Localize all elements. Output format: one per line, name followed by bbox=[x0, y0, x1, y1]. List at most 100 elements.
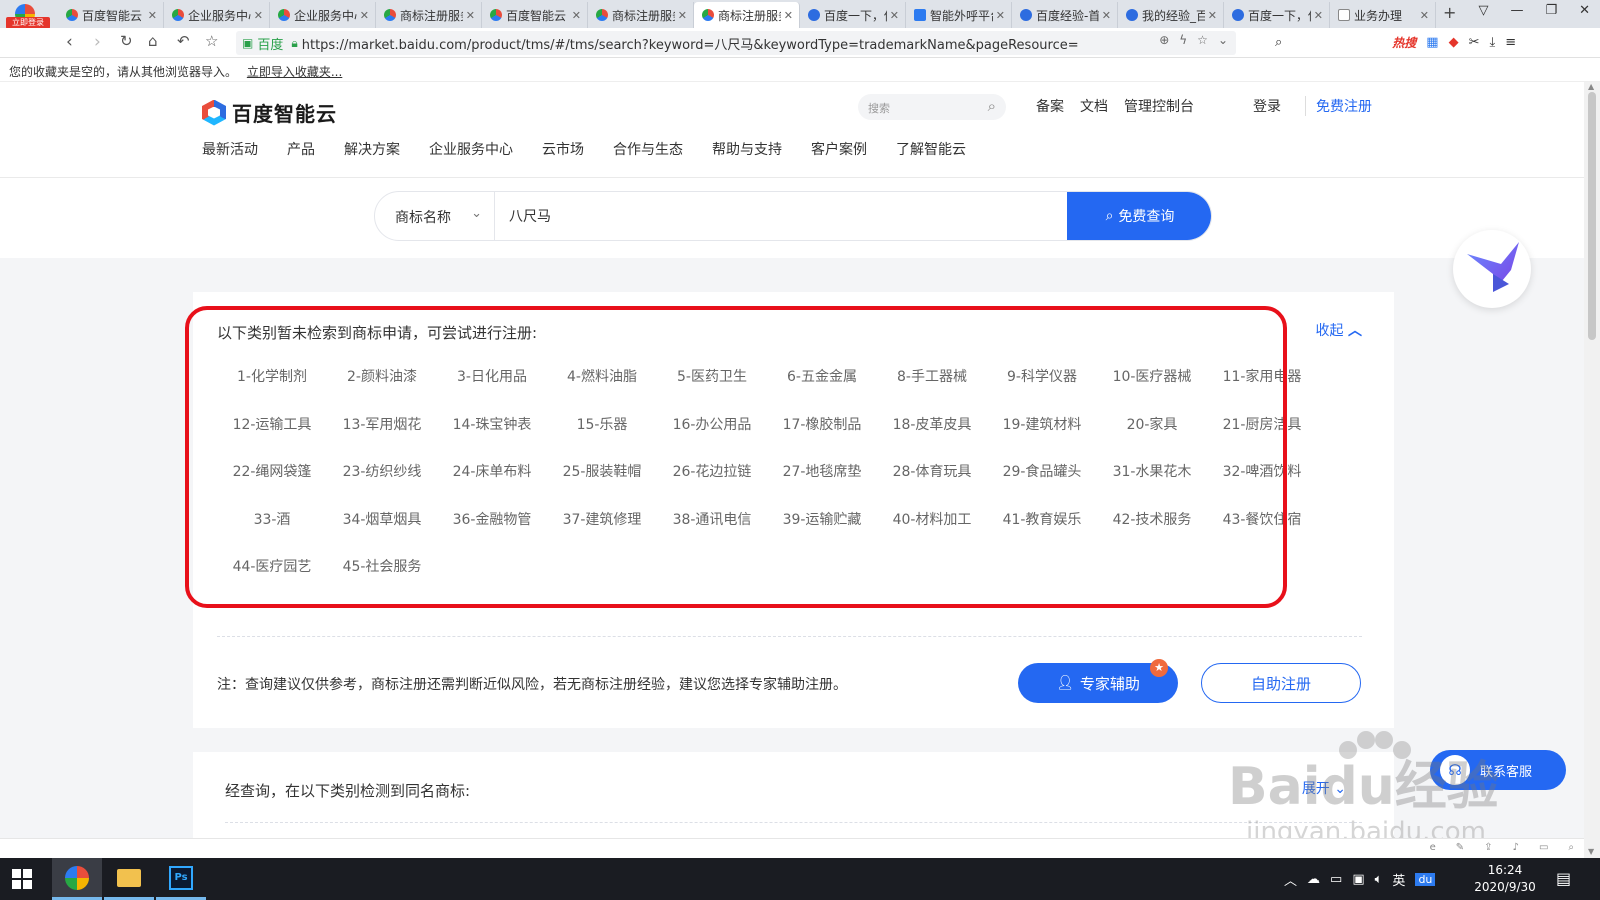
trademark-class-item[interactable]: 27-地毯席垫 bbox=[767, 450, 877, 498]
notification-icon[interactable]: ▤ bbox=[1556, 869, 1571, 888]
trademark-class-item[interactable]: 33-酒 bbox=[217, 498, 327, 546]
trademark-class-item[interactable]: 28-体育玩具 bbox=[877, 450, 987, 498]
close-tab-icon[interactable]: ✕ bbox=[1208, 9, 1217, 22]
trademark-class-item[interactable]: 25-服装鞋帽 bbox=[547, 450, 657, 498]
contact-service-button[interactable]: ☊ 联系客服 bbox=[1430, 750, 1566, 790]
network-icon[interactable]: ▣ bbox=[1352, 872, 1364, 887]
trademark-class-item[interactable]: 36-金融物管 bbox=[437, 498, 547, 546]
nav-item-enterprise[interactable]: 企业服务中心 bbox=[429, 139, 513, 159]
nav-item-cases[interactable]: 客户案例 bbox=[811, 139, 867, 159]
trademark-class-item[interactable]: 16-办公用品 bbox=[657, 403, 767, 451]
expand-toggle[interactable]: 展开 ⌄ bbox=[1302, 778, 1346, 798]
trademark-class-item[interactable]: 26-花边拉链 bbox=[657, 450, 767, 498]
browser-tab[interactable]: 商标注册服务✕ bbox=[588, 2, 694, 28]
browser-tab[interactable]: 百度智能云 ✕ bbox=[58, 2, 164, 28]
browser-tab[interactable]: 商标注册服务✕ bbox=[694, 2, 800, 28]
browser-tab[interactable]: 百度智能云 ✕ bbox=[482, 2, 588, 28]
share-icon[interactable]: ⇪ bbox=[1484, 842, 1492, 853]
ime-indicator[interactable]: 英 bbox=[1392, 870, 1405, 889]
close-tab-icon[interactable]: ✕ bbox=[996, 9, 1005, 22]
trademark-class-item[interactable]: 20-家具 bbox=[1097, 403, 1207, 451]
trademark-class-item[interactable]: 45-社会服务 bbox=[327, 545, 437, 593]
trademark-class-item[interactable]: 13-军用烟花 bbox=[327, 403, 437, 451]
import-bookmarks-link[interactable]: 立即导入收藏夹... bbox=[247, 65, 342, 79]
zoom-status-icon[interactable]: ⌕ bbox=[1568, 842, 1574, 853]
trademark-class-item[interactable]: 8-手工器械 bbox=[877, 355, 987, 403]
chevron-down-icon[interactable]: ⌄ bbox=[1218, 33, 1228, 47]
nav-item-solutions[interactable]: 解决方案 bbox=[344, 139, 400, 159]
collapse-toggle[interactable]: 收起 ︿ bbox=[1316, 320, 1362, 340]
trademark-class-item[interactable]: 24-床单布料 bbox=[437, 450, 547, 498]
trademark-class-item[interactable]: 11-家用电器 bbox=[1207, 355, 1317, 403]
forward-icon[interactable]: › bbox=[94, 32, 101, 52]
new-tab-button[interactable]: + bbox=[1443, 3, 1456, 22]
browser-tab[interactable]: 百度经验-首页✕ bbox=[1012, 2, 1118, 28]
zoom-icon[interactable]: ⊕ bbox=[1159, 33, 1169, 47]
browser-tab[interactable]: 百度一下，你✕ bbox=[1224, 2, 1330, 28]
trademark-class-item[interactable]: 2-颜料油漆 bbox=[327, 355, 437, 403]
close-tab-icon[interactable]: ✕ bbox=[678, 9, 687, 22]
free-query-button[interactable]: ⌕ 免费查询 bbox=[1067, 192, 1211, 240]
browser-tab[interactable]: 企业服务中心✕ bbox=[270, 2, 376, 28]
toolbar-search-field[interactable] bbox=[1292, 38, 1382, 48]
trademark-class-item[interactable]: 22-绳网袋篷 bbox=[217, 450, 327, 498]
url-text[interactable]: https://market.baidu.com/product/tms/#/t… bbox=[302, 34, 1079, 53]
trademark-class-item[interactable]: 3-日化用品 bbox=[437, 355, 547, 403]
trademark-class-item[interactable]: 39-运输贮藏 bbox=[767, 498, 877, 546]
nav-item-partners[interactable]: 合作与生态 bbox=[613, 139, 683, 159]
taskbar-browser-app[interactable] bbox=[52, 858, 102, 900]
trademark-keyword-input[interactable] bbox=[497, 192, 1057, 240]
scissors-icon[interactable]: ✂ bbox=[1469, 35, 1480, 50]
nav-item-products[interactable]: 产品 bbox=[287, 139, 315, 159]
menu-icon[interactable]: ≡ bbox=[1505, 35, 1516, 50]
ie-mode-icon[interactable]: e bbox=[1430, 842, 1436, 853]
taskbar-file-explorer[interactable] bbox=[104, 858, 154, 900]
browser-tab[interactable]: 百度一下，你✕ bbox=[800, 2, 906, 28]
nav-item-help[interactable]: 帮助与支持 bbox=[712, 139, 782, 159]
site-search-input[interactable]: 搜索 ⌕ bbox=[858, 94, 1006, 120]
url-field[interactable]: ▣ 百度 🔒︎ https://market.baidu.com/product… bbox=[236, 31, 1236, 55]
signup-link[interactable]: 免费注册 bbox=[1305, 96, 1372, 116]
close-tab-icon[interactable]: ✕ bbox=[890, 9, 899, 22]
hot-search-link[interactable]: 热搜 bbox=[1392, 34, 1416, 51]
trademark-class-item[interactable]: 23-纺织纱线 bbox=[327, 450, 437, 498]
trademark-class-item[interactable]: 34-烟草烟具 bbox=[327, 498, 437, 546]
trademark-class-item[interactable]: 14-珠宝钟表 bbox=[437, 403, 547, 451]
battery-icon[interactable]: ▭ bbox=[1330, 872, 1342, 887]
close-tab-icon[interactable]: ✕ bbox=[784, 9, 793, 22]
trademark-class-item[interactable]: 6-五金金属 bbox=[767, 355, 877, 403]
trademark-class-item[interactable]: 12-运输工具 bbox=[217, 403, 327, 451]
taskbar-clock[interactable]: 16:24 2020/9/30 bbox=[1470, 862, 1540, 896]
close-tab-icon[interactable]: ✕ bbox=[254, 9, 263, 22]
trademark-class-item[interactable]: 1-化学制剂 bbox=[217, 355, 327, 403]
favorite-icon[interactable]: ☆ bbox=[1197, 33, 1208, 47]
trademark-class-item[interactable]: 15-乐器 bbox=[547, 403, 657, 451]
nav-item-market[interactable]: 云市场 bbox=[542, 139, 584, 159]
close-window-button[interactable]: ✕ bbox=[1579, 3, 1590, 18]
top-link-beian[interactable]: 备案 bbox=[1036, 96, 1064, 116]
lightning-icon[interactable]: ϟ bbox=[1179, 33, 1187, 47]
close-tab-icon[interactable]: ✕ bbox=[148, 9, 157, 22]
trademark-class-item[interactable]: 10-医疗器械 bbox=[1097, 355, 1207, 403]
browser-logo[interactable]: 立即登录 bbox=[6, 4, 50, 29]
close-tab-icon[interactable]: ✕ bbox=[1314, 9, 1323, 22]
restore-button[interactable]: ❐ bbox=[1545, 3, 1557, 18]
trademark-class-item[interactable]: 4-燃料油脂 bbox=[547, 355, 657, 403]
trademark-class-item[interactable]: 40-材料加工 bbox=[877, 498, 987, 546]
star-icon[interactable]: ☆ bbox=[205, 32, 218, 50]
close-tab-icon[interactable]: ✕ bbox=[1102, 9, 1111, 22]
close-tab-icon[interactable]: ✕ bbox=[360, 9, 369, 22]
window-icon[interactable]: ▭ bbox=[1539, 842, 1548, 853]
scroll-down-icon[interactable]: ▼ bbox=[1588, 847, 1594, 856]
trademark-class-item[interactable]: 42-技术服务 bbox=[1097, 498, 1207, 546]
trademark-class-item[interactable]: 17-橡胶制品 bbox=[767, 403, 877, 451]
nav-item-activities[interactable]: 最新活动 bbox=[202, 139, 258, 159]
trademark-class-item[interactable]: 21-厨房洁具 bbox=[1207, 403, 1317, 451]
close-tab-icon[interactable]: ✕ bbox=[466, 9, 475, 22]
trademark-class-item[interactable]: 43-餐饮住宿 bbox=[1207, 498, 1317, 546]
trademark-class-item[interactable]: 37-建筑修理 bbox=[547, 498, 657, 546]
minimize-button[interactable]: — bbox=[1510, 3, 1523, 18]
feedback-icon[interactable]: ✎ bbox=[1456, 842, 1464, 853]
trademark-class-item[interactable]: 38-通讯电信 bbox=[657, 498, 767, 546]
top-link-docs[interactable]: 文档 bbox=[1080, 96, 1108, 116]
